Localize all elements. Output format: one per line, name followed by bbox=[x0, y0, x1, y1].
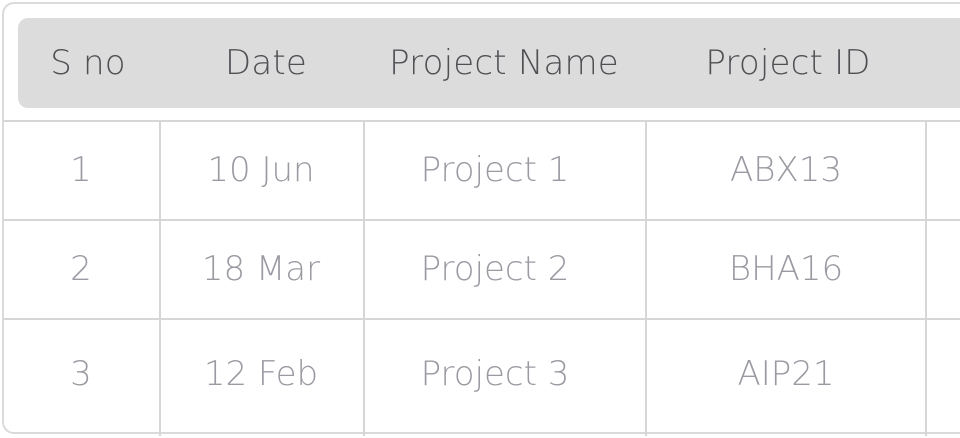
table-cell-project-name: Project 3 bbox=[420, 354, 570, 394]
table-cell-sno: 1 bbox=[70, 150, 92, 190]
table-cell-project-id: BHA16 bbox=[728, 249, 844, 289]
table-cell-project-name: Project 1 bbox=[420, 150, 570, 190]
table-cell-date: 12 Feb bbox=[203, 354, 319, 394]
row-divider bbox=[4, 318, 960, 320]
table-cell-sno: 2 bbox=[70, 249, 92, 289]
table-cell-project-id: ABX13 bbox=[729, 150, 843, 190]
table-cell-date: 10 Jun bbox=[207, 150, 315, 190]
table-cell-date: 18 Mar bbox=[201, 249, 321, 289]
table-cell-sno: 3 bbox=[70, 354, 92, 394]
table-cell-project-id: AIP21 bbox=[737, 354, 835, 394]
column-divider bbox=[925, 122, 927, 436]
table-cell-project-name: Project 2 bbox=[420, 249, 570, 289]
row-divider bbox=[4, 120, 960, 122]
row-divider bbox=[4, 219, 960, 221]
